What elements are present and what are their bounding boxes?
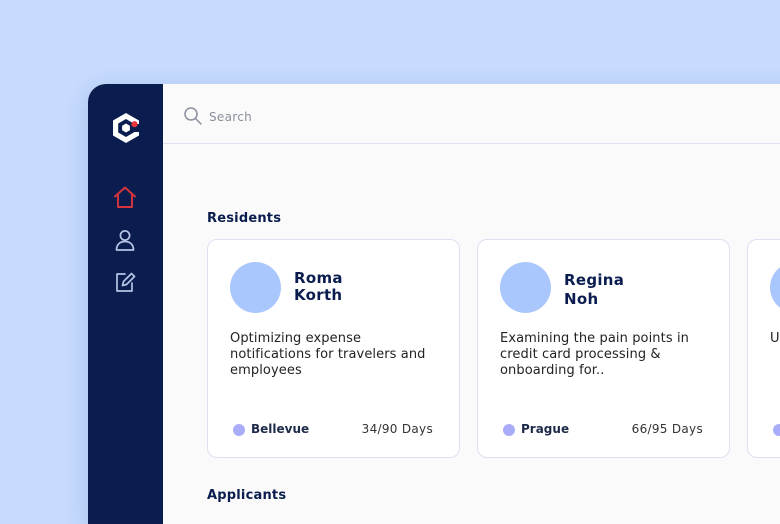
location-dot xyxy=(503,424,515,436)
resident-name: Regina Noh xyxy=(564,271,625,308)
resident-days: 34/90 Days xyxy=(361,422,433,436)
residents-heading: Residents xyxy=(207,211,282,226)
app-window: Residents Roma Korth Optimizing expense … xyxy=(88,84,780,524)
resident-description: Examining the pain points in credit card… xyxy=(500,331,690,378)
home-icon[interactable] xyxy=(112,184,138,210)
avatar xyxy=(500,262,551,313)
resident-location: Prague xyxy=(521,422,570,436)
location-dot xyxy=(773,424,780,436)
applicants-heading: Applicants xyxy=(207,488,287,503)
resident-card[interactable]: U d xyxy=(747,239,780,458)
brand-logo[interactable] xyxy=(109,111,143,145)
resident-days: 66/95 Days xyxy=(631,422,703,436)
sidebar xyxy=(88,84,163,524)
resident-name: Roma Korth xyxy=(294,269,343,304)
edit-icon[interactable] xyxy=(112,269,138,295)
search-icon xyxy=(184,107,202,125)
search-bar xyxy=(163,84,780,144)
resident-card[interactable]: Roma Korth Optimizing expense notificati… xyxy=(207,239,460,458)
resident-card[interactable]: Regina Noh Examining the pain points in … xyxy=(477,239,730,458)
avatar xyxy=(230,262,281,313)
search-input[interactable] xyxy=(207,104,611,130)
user-icon[interactable] xyxy=(112,227,138,253)
avatar xyxy=(770,262,780,313)
location-dot xyxy=(233,424,245,436)
resident-description: Optimizing expense notifications for tra… xyxy=(230,331,426,378)
resident-location: Bellevue xyxy=(251,422,310,436)
resident-description: U d xyxy=(770,331,780,346)
main-content: Residents Roma Korth Optimizing expense … xyxy=(163,84,780,524)
